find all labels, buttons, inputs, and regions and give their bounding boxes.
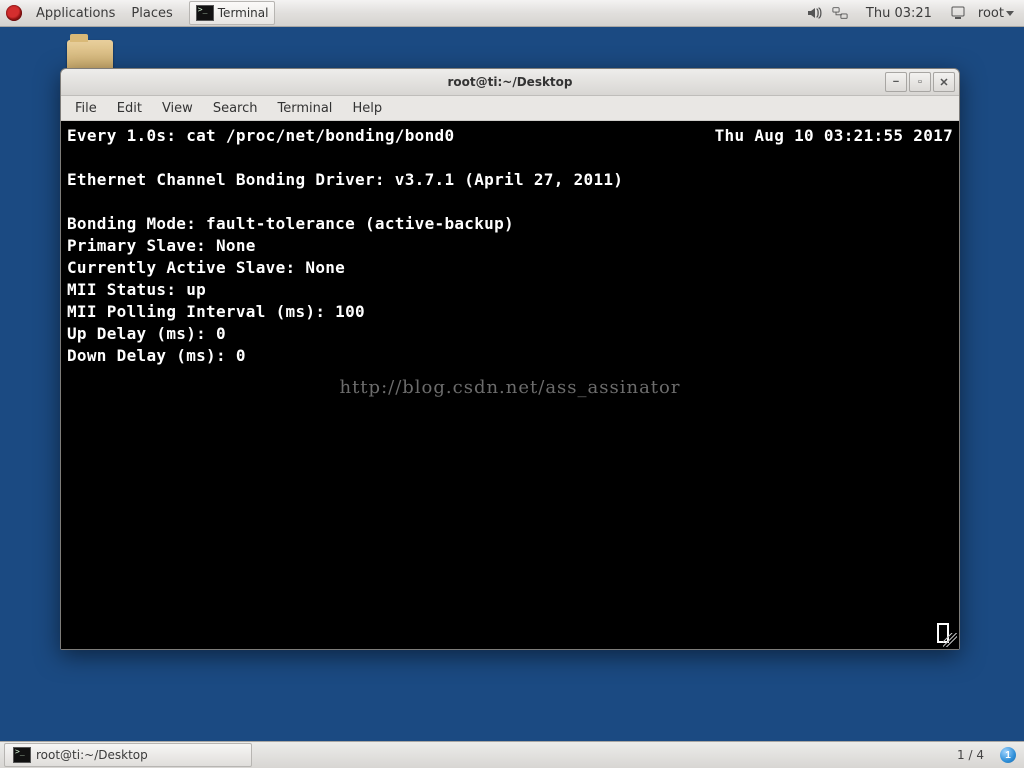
term-line: Currently Active Slave: None xyxy=(67,258,345,277)
user-icon[interactable] xyxy=(950,5,966,21)
clock-text: Thu 03:21 xyxy=(866,6,932,21)
watermark-text: http://blog.csdn.net/ass_assinator xyxy=(61,377,959,398)
menu-search[interactable]: Search xyxy=(203,99,268,118)
workspace-indicator[interactable]: 1 / 4 xyxy=(949,748,992,762)
volume-icon[interactable] xyxy=(806,5,822,21)
distro-logo-icon[interactable] xyxy=(6,5,22,21)
menu-view[interactable]: View xyxy=(152,99,203,118)
panel-task-terminal[interactable]: Terminal xyxy=(189,1,276,25)
user-label: root xyxy=(978,6,1004,21)
notification-badge-icon[interactable]: 1 xyxy=(1000,747,1016,763)
menu-terminal[interactable]: Terminal xyxy=(267,99,342,118)
watch-header-left: Every 1.0s: cat /proc/net/bonding/bond0 xyxy=(67,125,454,147)
gnome-bottom-panel: root@ti:~/Desktop 1 / 4 1 xyxy=(0,741,1024,768)
terminal-viewport[interactable]: Every 1.0s: cat /proc/net/bonding/bond0 T… xyxy=(61,121,959,649)
places-menu[interactable]: Places xyxy=(123,0,180,26)
gnome-top-panel: Applications Places Terminal Thu 03:21 r… xyxy=(0,0,1024,27)
top-right-area: Thu 03:21 root xyxy=(806,5,1024,21)
task-terminal-label: Terminal xyxy=(218,6,269,20)
terminal-menubar: File Edit View Search Terminal Help xyxy=(61,96,959,121)
term-line: Up Delay (ms): 0 xyxy=(67,324,226,343)
taskbar-item-terminal[interactable]: root@ti:~/Desktop xyxy=(4,743,252,767)
badge-count: 1 xyxy=(1005,750,1011,761)
maximize-button[interactable]: ▫ xyxy=(909,72,931,92)
user-menu[interactable]: root xyxy=(976,6,1016,21)
menu-file[interactable]: File xyxy=(65,99,107,118)
taskbar-item-label: root@ti:~/Desktop xyxy=(36,748,148,762)
applications-label: Applications xyxy=(36,6,115,21)
applications-menu[interactable]: Applications xyxy=(28,0,123,26)
chevron-down-icon xyxy=(1006,11,1014,16)
window-title: root@ti:~/Desktop xyxy=(61,75,959,89)
terminal-icon xyxy=(13,747,31,763)
term-line: MII Polling Interval (ms): 100 xyxy=(67,302,365,321)
window-buttons: − ▫ ✕ xyxy=(885,72,959,92)
term-line: MII Status: up xyxy=(67,280,206,299)
term-line: Bonding Mode: fault-tolerance (active-ba… xyxy=(67,214,514,233)
close-button[interactable]: ✕ xyxy=(933,72,955,92)
workspace-text: 1 / 4 xyxy=(957,748,984,762)
minimize-button[interactable]: − xyxy=(885,72,907,92)
term-line: Down Delay (ms): 0 xyxy=(67,346,246,365)
watch-header-right: Thu Aug 10 03:21:55 2017 xyxy=(715,125,953,147)
terminal-icon xyxy=(196,5,214,21)
window-titlebar[interactable]: root@ti:~/Desktop − ▫ ✕ xyxy=(61,69,959,96)
network-icon[interactable] xyxy=(832,5,848,21)
term-line: Primary Slave: None xyxy=(67,236,256,255)
resize-grip-icon[interactable] xyxy=(943,633,957,647)
menu-help[interactable]: Help xyxy=(342,99,392,118)
places-label: Places xyxy=(131,6,172,21)
clock-applet[interactable]: Thu 03:21 xyxy=(858,6,940,21)
term-line: Ethernet Channel Bonding Driver: v3.7.1 … xyxy=(67,170,623,189)
menu-edit[interactable]: Edit xyxy=(107,99,152,118)
terminal-window: root@ti:~/Desktop − ▫ ✕ File Edit View S… xyxy=(60,68,960,650)
